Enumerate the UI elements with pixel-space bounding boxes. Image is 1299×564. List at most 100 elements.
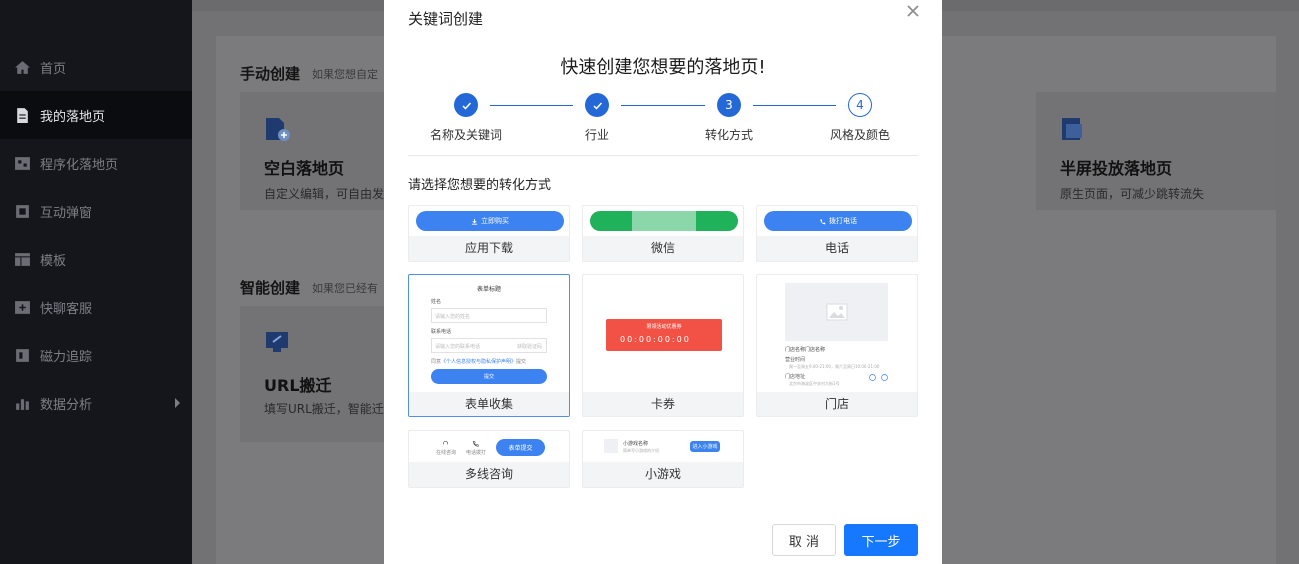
option-label: 电话	[757, 236, 917, 261]
close-icon[interactable]	[904, 2, 922, 20]
agree-link: 《个人信息授权与隐私保护声明》	[441, 359, 517, 365]
phone-icon	[869, 374, 876, 381]
sidebar-item-label: 程序化落地页	[40, 157, 119, 173]
option-wechat[interactable]: 微信	[582, 205, 744, 262]
sidebar-item-label: 数据分析	[40, 397, 93, 413]
modal-headline: 快速创建您想要的落地页!	[560, 57, 766, 78]
step-4-dot: 4	[848, 93, 872, 117]
preview-online-consult: 在线咨询	[436, 450, 457, 456]
option-form-collect[interactable]: 表单标题 姓名 请输入您的姓名 联系电话 请输入您的联系电话 获取验证码 同意《…	[408, 274, 570, 417]
preview-address-text: 北京市海淀区中关村大街1号	[789, 381, 840, 386]
keyword-create-modal: 关键词创建 快速创建您想要的落地页! 3 4 名称及关键词 行业 转化方式 风格…	[384, 0, 942, 564]
preview-buy-button: 立即购买	[416, 211, 564, 231]
preview-phone-call: 电话拨打	[466, 450, 487, 456]
sidebar-item-popup[interactable]: 互动弹窗	[0, 187, 192, 235]
option-multiline-consult[interactable]: 在线咨询 电话拨打 表单提交 多线咨询	[408, 430, 570, 488]
step-label: 名称及关键词	[429, 128, 502, 142]
preview-submit-button: 提交	[431, 369, 547, 384]
sidebar-item-label: 磁力追踪	[40, 349, 93, 365]
modal-title: 关键词创建	[408, 10, 484, 28]
location-icon	[881, 374, 888, 381]
step-1-dot	[454, 93, 478, 117]
preview-game-name: 小游戏名称	[623, 441, 649, 447]
agree-prefix: 同意	[431, 359, 442, 365]
sidebar-item-my-pages[interactable]: 我的落地页	[0, 91, 192, 139]
option-mini-game[interactable]: 小游戏名称 简单写小游戏的介绍 进入小游戏 小游戏	[582, 430, 744, 488]
step-label: 风格及颜色	[829, 128, 890, 142]
document-icon	[13, 106, 31, 124]
preview-field-label: 姓名	[431, 299, 442, 305]
preview-enter-game-button: 进入小游戏	[690, 441, 720, 452]
preview-game-thumb	[604, 439, 618, 453]
sidebar-item-template[interactable]: 模板	[0, 235, 192, 283]
preview-coupon-banner: 限领活动优惠券 00:00:00:00	[606, 319, 722, 351]
check-icon	[592, 101, 602, 110]
check-icon	[461, 101, 471, 110]
option-label: 应用下载	[409, 236, 569, 261]
sidebar-item-home[interactable]: 首页	[0, 43, 192, 91]
option-label: 卡券	[583, 392, 743, 416]
next-step-button[interactable]: 下一步	[844, 524, 918, 556]
preview-form-title: 表单标题	[476, 286, 501, 293]
sidebar-item-tracking[interactable]: 磁力追踪	[0, 331, 192, 379]
step-2-dot	[585, 93, 609, 117]
card-title: URL搬迁	[264, 376, 332, 395]
agree-suffix: 提交	[516, 359, 527, 365]
preview-get-code: 获取验证码	[517, 344, 543, 350]
option-label: 表单收集	[409, 392, 569, 416]
preview-wechat-button	[590, 211, 738, 231]
bar-chart-icon	[13, 394, 31, 412]
preview-store-image	[785, 283, 888, 341]
option-label: 多线咨询	[409, 462, 569, 487]
option-label: 微信	[583, 236, 743, 261]
chat-service-icon	[13, 298, 31, 316]
divider	[408, 155, 918, 156]
option-label: 门店	[757, 392, 917, 416]
card-desc: 自定义编辑，可自由发	[264, 187, 385, 201]
preview-form-submit-button: 表单提交	[496, 439, 545, 456]
smart-create-title: 智能创建	[240, 279, 301, 297]
template-icon	[13, 250, 31, 268]
card-half-screen-page[interactable]: 半屏投放落地页 原生页面，可减少跳转流失	[1036, 92, 1276, 210]
conversion-prompt: 请选择您想要的转化方式	[408, 178, 552, 193]
redacted-area	[632, 211, 696, 231]
manual-create-title: 手动创建	[240, 65, 301, 83]
tracking-icon	[13, 346, 31, 364]
preview-hours-label: 营业时间	[785, 357, 806, 363]
preview-field-label: 联系电话	[431, 329, 452, 335]
preview-hours-text: 周一至周五9:00-21:00，周六至周日10:00-21:00	[789, 364, 880, 369]
sidebar-item-label: 快聊客服	[40, 301, 93, 317]
step-label: 转化方式	[704, 128, 753, 142]
sidebar-item-program-pages[interactable]: 程序化落地页	[0, 139, 192, 187]
sidebar-item-label: 互动弹窗	[40, 205, 93, 221]
sidebar: 首页 我的落地页 程序化落地页 互动弹窗 模板 快聊客服 磁力追踪 数据分析	[0, 0, 192, 564]
sidebar-item-chat-service[interactable]: 快聊客服	[0, 283, 192, 331]
sidebar-item-data-analysis[interactable]: 数据分析	[0, 379, 192, 427]
option-app-download[interactable]: 立即购买 应用下载	[408, 205, 570, 262]
card-title: 空白落地页	[264, 159, 345, 178]
preview-field-placeholder: 请输入您的姓名	[435, 314, 471, 320]
preview-coupon-title: 限领活动优惠券	[646, 324, 682, 330]
card-title: 半屏投放落地页	[1060, 159, 1173, 178]
image-placeholder-icon	[826, 303, 847, 321]
preview-button-text: 立即购买	[481, 217, 509, 225]
preview-agree-text: 同意《个人信息授权与隐私保护声明》提交	[431, 358, 526, 365]
sidebar-item-label: 首页	[40, 61, 67, 77]
option-store[interactable]: 门店名称门店名称 营业时间 周一至周五9:00-21:00，周六至周日10:00…	[756, 274, 918, 417]
card-desc: 填写URL搬迁，智能迁	[264, 402, 384, 416]
cancel-button[interactable]: 取 消	[772, 524, 836, 556]
preview-field-placeholder: 请输入您的联系电话	[435, 344, 481, 350]
half-screen-icon	[1062, 118, 1082, 140]
popup-icon	[13, 202, 31, 220]
option-phone[interactable]: 拨打电话 电话	[756, 205, 918, 262]
url-migrate-icon	[266, 332, 288, 352]
option-coupon[interactable]: 限领活动优惠券 00:00:00:00 卡券	[582, 274, 744, 417]
card-desc: 原生页面，可减少跳转流失	[1060, 187, 1205, 201]
program-icon	[13, 154, 31, 172]
manual-create-subtitle: 如果您想自定	[312, 68, 378, 81]
step-label: 行业	[584, 128, 609, 142]
smart-create-subtitle: 如果您已经有	[312, 282, 378, 295]
preview-call-button: 拨打电话	[764, 211, 912, 231]
step-connector	[490, 105, 573, 106]
preview-game-desc: 简单写小游戏的介绍	[623, 448, 659, 453]
